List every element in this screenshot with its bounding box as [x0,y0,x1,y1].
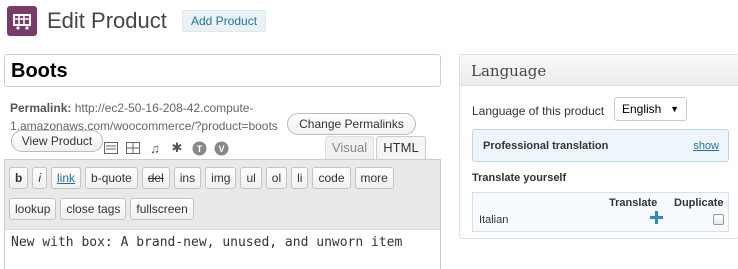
gallery-icon[interactable] [103,140,119,156]
content-textarea[interactable]: New with box: A brand-new, unused, and u… [5,229,440,269]
qt-lookup-button[interactable]: lookup [9,198,57,220]
quicktags-toolbar: b i link b-quote del ins img ul ol li co… [9,167,394,189]
translate-column-header: Translate [609,197,658,209]
vimeo-icon[interactable]: V [213,140,229,156]
language-panel: Language Language of this product Englis… [459,54,738,239]
duplicate-column-header: Duplicate [674,197,724,209]
media-icon[interactable]: ✱ [169,140,185,156]
cart-icon [13,14,31,30]
add-translation-plus-icon[interactable] [650,211,663,224]
qt-fullscreen-button[interactable]: fullscreen [130,198,194,220]
qt-li-button[interactable]: li [291,167,309,189]
qt-ul-button[interactable]: ul [240,167,262,189]
language-select[interactable]: English ▼ [614,97,687,121]
media-buttons: ♫ ✱ T V [103,140,229,156]
language-label: Language of this product [472,104,605,118]
qt-ol-button[interactable]: ol [265,167,288,189]
permalink-label: Permalink: [10,101,72,115]
qt-blockquote-button[interactable]: b-quote [85,167,138,189]
wordpress-icon[interactable]: T [191,140,207,156]
qt-del-button[interactable]: del [141,167,170,189]
quicktags-toolbar-row2: lookup close tags fullscreen [9,198,194,220]
view-product-button[interactable]: View Product [11,130,103,152]
product-page-icon [7,6,37,36]
svg-text:V: V [218,144,224,154]
svg-text:T: T [196,144,202,154]
qt-close-tags-button[interactable]: close tags [60,198,127,220]
tab-visual[interactable]: Visual [325,136,374,160]
qt-italic-button[interactable]: i [32,167,48,189]
add-product-button[interactable]: Add Product [182,10,267,32]
qt-code-button[interactable]: code [312,167,351,189]
show-link[interactable]: show [693,140,719,152]
qt-img-button[interactable]: img [205,167,237,189]
qt-bold-button[interactable]: b [9,167,29,189]
professional-translation-box: Professional translation show [472,129,729,162]
translation-language: Italian [479,214,509,226]
change-permalinks-button[interactable]: Change Permalinks [287,113,416,135]
translate-yourself-title: Translate yourself [472,172,567,184]
language-select-value: English [622,102,662,116]
chevron-down-icon: ▼ [670,104,679,114]
translation-table: Translate Duplicate Italian [472,192,729,232]
qt-more-button[interactable]: more [354,167,394,189]
qt-link-button[interactable]: link [51,167,82,189]
video-icon[interactable] [125,140,141,156]
tab-html[interactable]: HTML [376,136,426,160]
audio-icon[interactable]: ♫ [147,140,163,156]
qt-ins-button[interactable]: ins [173,167,202,189]
page-title: Edit Product [47,8,167,33]
duplicate-checkbox[interactable] [713,214,724,225]
professional-translation-title: Professional translation [483,140,609,152]
language-panel-title[interactable]: Language [460,55,738,86]
product-title-input[interactable]: Boots [4,54,441,87]
